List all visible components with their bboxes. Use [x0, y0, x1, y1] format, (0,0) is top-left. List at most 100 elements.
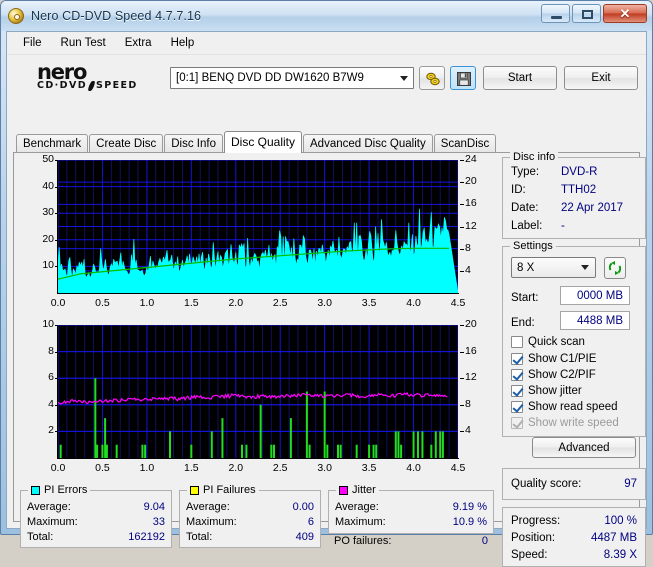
y2-tick-label: 12 [465, 219, 477, 232]
logo-subtitle: CD·DVD SPEED [37, 80, 170, 92]
checkbox-label: Show jitter [528, 385, 582, 397]
y2-tick-mark [460, 404, 464, 406]
x-tick-label: 0.0 [50, 297, 66, 309]
y2-tick-label: 12 [465, 371, 477, 384]
progress-group: Progress: 100 % Position: 4487 MB Speed:… [502, 507, 646, 567]
x-axis-line [57, 458, 459, 459]
pi-failures-jitter-chart: 2 4 6 8 10 4 8 12 16 20 0.0 0.5 1.0 1.5 2.0 2.5 3.0 3.5… [16, 318, 494, 481]
quality-score-label: Quality score: [511, 478, 582, 490]
table-row: Average: 9.19 % [335, 500, 487, 514]
row-value: 33 [152, 516, 165, 528]
y-tick-label: 2 [48, 424, 54, 437]
pi-errors-plot-area [57, 159, 459, 294]
scan-end-field[interactable]: 4488 MB [560, 311, 630, 330]
disc-date-value: 22 Apr 2017 [561, 202, 624, 214]
pi-failures-stats-title: PI Failures [187, 484, 259, 496]
progress-value: 100 % [604, 515, 637, 527]
tab-advanced-disc-quality[interactable]: Advanced Disc Quality [303, 134, 433, 152]
x-tick-label: 1.0 [139, 462, 155, 474]
advanced-button[interactable]: Advanced [532, 437, 636, 458]
two-discs-icon [426, 72, 440, 85]
x-tick-label: 4.0 [406, 297, 421, 309]
y2-tick-mark [460, 270, 464, 272]
x-tick-label: 4.5 [450, 462, 466, 474]
table-row: Total: 409 [186, 530, 314, 544]
menu-file[interactable]: File [15, 34, 50, 52]
jitter-stats-box: Jitter Average: 9.19 % Maximum: 10.9 % [328, 484, 494, 534]
pi-errors-plot-svg [57, 159, 459, 294]
pi-errors-stats-title: PI Errors [28, 484, 91, 496]
tab-disc-info[interactable]: Disc Info [164, 134, 223, 152]
table-row: Average: 0.00 [186, 500, 314, 514]
checkbox-quick-scan[interactable]: Quick scan [511, 336, 585, 348]
x-tick-label: 2.5 [272, 297, 288, 309]
checkbox-show-c2-pif[interactable]: Show C2/PIF [511, 369, 596, 381]
menu-run-test[interactable]: Run Test [53, 34, 114, 52]
speed-select[interactable]: 8 X [511, 257, 596, 278]
exit-button[interactable]: Exit [564, 65, 638, 90]
title-bar: Nero CD-DVD Speed 4.7.7.16 ✕ [1, 1, 652, 31]
minimize-button[interactable] [541, 4, 570, 23]
checkbox-label: Show C2/PIF [528, 369, 596, 381]
checkbox-show-jitter[interactable]: Show jitter [511, 385, 582, 397]
maximize-button[interactable] [572, 4, 601, 23]
logo-nero-text: nero [37, 59, 87, 84]
pi-errors-chart: 10 20 30 40 50 4 8 12 16 20 24 0.0 0.5 1.0 1.5 2.0 2.5… [16, 153, 494, 316]
client-area: File Run Test Extra Help nero CD·DVD SPE… [6, 31, 647, 567]
chevron-down-icon [581, 265, 589, 270]
disc-type-value: DVD-R [561, 166, 598, 178]
y-tick-label: 50 [42, 153, 54, 165]
save-button[interactable] [450, 65, 476, 90]
x-tick-label: 0.5 [95, 297, 110, 309]
po-failures-value: 0 [481, 535, 488, 547]
tab-strip: Benchmark Create Disc Disc Info Disc Qua… [16, 131, 497, 153]
checkbox-show-c1-pie[interactable]: Show C1/PIE [511, 353, 596, 365]
disc-info-button[interactable] [419, 65, 445, 90]
tab-benchmark[interactable]: Benchmark [16, 134, 89, 152]
start-button[interactable]: Start [483, 65, 557, 90]
y2-tick-label: 4 [465, 424, 471, 437]
y-tick-label: 4 [48, 397, 54, 410]
pi-errors-stats-box: PI Errors Average: 9.04 Maximum: 33 Tota… [20, 484, 172, 548]
tab-scandisc[interactable]: ScanDisc [433, 134, 497, 152]
row-label: Maximum: [27, 516, 78, 528]
settings-title: Settings [510, 240, 556, 252]
checkbox-show-read-speed[interactable]: Show read speed [511, 401, 618, 413]
minimize-icon [551, 16, 562, 19]
row-value: 10.9 % [452, 516, 487, 528]
speed-label: Speed: [511, 549, 548, 561]
tab-create-disc[interactable]: Create Disc [89, 134, 164, 152]
disc-label-value: - [561, 220, 565, 232]
menu-extra[interactable]: Extra [117, 34, 160, 52]
y-tick-label: 20 [42, 232, 54, 245]
scan-start-field[interactable]: 0000 MB [560, 286, 630, 305]
x-tick-label: 1.0 [139, 297, 155, 309]
jitter-color-swatch [339, 485, 348, 495]
table-row: Maximum: 33 [27, 515, 165, 529]
toolbar: nero CD·DVD SPEED [0:1] BENQ DVD DD DW16… [7, 55, 646, 100]
close-button[interactable]: ✕ [603, 4, 647, 23]
x-tick-label: 3.5 [361, 462, 377, 474]
disc-id-label: ID: [511, 184, 526, 196]
refresh-button[interactable] [604, 257, 626, 279]
disc-quality-panel: 10 20 30 40 50 4 8 12 16 20 24 0.0 0.5 1.0 1.5 2.0 2.5… [13, 151, 646, 567]
pi-failures-stats-box: PI Failures Average: 0.00 Maximum: 6 Tot… [179, 484, 321, 548]
y2-tick-label: 24 [465, 153, 477, 165]
drive-select[interactable]: [0:1] BENQ DVD DD DW1620 B7W9 [170, 66, 414, 89]
checkbox-show-write-speed: Show write speed [511, 417, 619, 429]
y2-tick-label: 4 [465, 263, 471, 276]
menu-help[interactable]: Help [163, 34, 203, 52]
y2-tick-label: 16 [465, 344, 477, 357]
x-tick-label: 3.0 [317, 297, 332, 309]
checkbox-icon [511, 385, 523, 397]
row-label: Total: [186, 531, 213, 543]
x-tick-label: 1.5 [184, 297, 199, 309]
tab-disc-quality[interactable]: Disc Quality [224, 131, 303, 153]
disc-date-label: Date: [511, 202, 539, 214]
maximize-icon [582, 10, 593, 19]
row-value: 9.04 [143, 501, 165, 513]
menu-bar: File Run Test Extra Help [7, 32, 646, 55]
jitter-stats-title: Jitter [336, 484, 379, 496]
pi-failures-plot-svg [57, 324, 459, 458]
row-label: Maximum: [186, 516, 237, 528]
